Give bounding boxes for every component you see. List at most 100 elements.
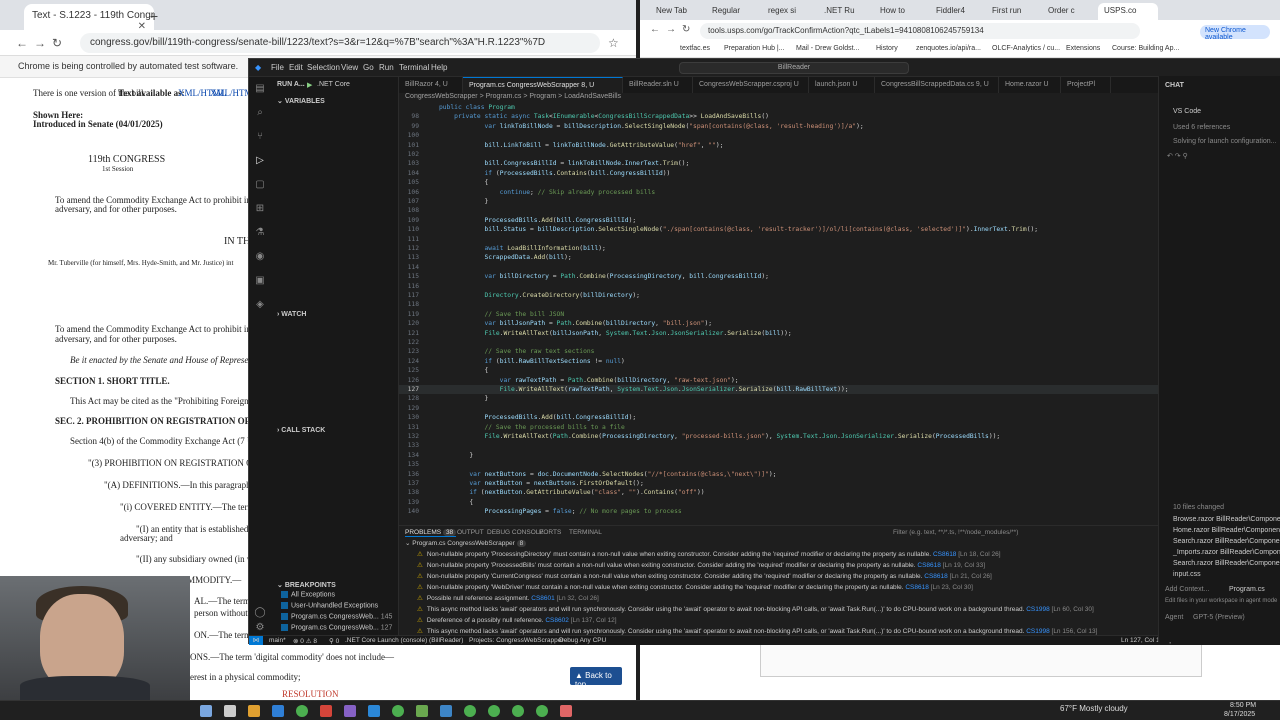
code-line[interactable]: 99 var linkToBillNode = billDescription.… bbox=[399, 122, 1239, 131]
problem-item[interactable]: ⚠ Non-nullable property 'CurrentCongress'… bbox=[417, 572, 1237, 582]
debug-any-cpu[interactable]: Debug Any CPU bbox=[559, 637, 606, 644]
editor-tab[interactable]: ProjectPl bbox=[1061, 77, 1111, 93]
line-number[interactable]: 120 bbox=[399, 319, 419, 328]
changed-file-item[interactable]: Home.razor BillReader\Components bbox=[1173, 527, 1280, 534]
editor-tab[interactable]: CongressWebScrapper.csproj U bbox=[693, 77, 809, 93]
line-number[interactable]: 103 bbox=[399, 159, 419, 168]
code-line[interactable]: 102 bbox=[399, 150, 1239, 159]
app-icon-green[interactable] bbox=[416, 705, 428, 717]
copilot-icon[interactable]: ◉ bbox=[254, 251, 266, 263]
breakpoints-header[interactable]: ⌄ BREAKPOINTS bbox=[277, 581, 336, 589]
clock-time[interactable]: 8:50 PM bbox=[1230, 702, 1256, 709]
right-tab-8-active[interactable]: USPS.co bbox=[1098, 3, 1158, 20]
panel-tab-terminal[interactable]: TERMINAL bbox=[569, 529, 602, 536]
source-control-icon[interactable]: ⑂ bbox=[254, 131, 266, 143]
app-icon-pink[interactable] bbox=[560, 705, 572, 717]
right-tab-4[interactable]: How to bbox=[874, 3, 930, 20]
back-icon[interactable]: ← bbox=[650, 24, 660, 35]
line-number[interactable]: 130 bbox=[399, 413, 419, 422]
visual-studio-icon[interactable] bbox=[344, 705, 356, 717]
changed-file-item[interactable]: Browse.razor BillReader\Components bbox=[1173, 516, 1280, 523]
search-icon[interactable]: ⌕ bbox=[254, 107, 266, 119]
extensions-icon[interactable]: ⊞ bbox=[254, 203, 266, 215]
changed-file-item[interactable]: Search.razor BillReader\Components bbox=[1173, 560, 1280, 567]
code-line[interactable]: 113 ScrappedData.Add(bill); bbox=[399, 253, 1239, 262]
line-number[interactable]: 127 bbox=[399, 385, 419, 394]
line-number[interactable]: 107 bbox=[399, 197, 419, 206]
line-number[interactable]: 99 bbox=[399, 122, 419, 131]
panel-tab-problems[interactable]: PROBLEMS 38 bbox=[405, 529, 457, 537]
chrome-icon-3[interactable] bbox=[464, 705, 476, 717]
context-file-chip[interactable]: Program.cs bbox=[1229, 586, 1265, 593]
edge-icon[interactable] bbox=[272, 705, 284, 717]
code-line[interactable]: 130 ProcessedBills.Add(bill.CongressBill… bbox=[399, 413, 1239, 422]
problem-item[interactable]: ⚠ Possible null reference assignment. CS8… bbox=[417, 594, 1237, 604]
code-line[interactable]: 126 var rawTextPath = Path.Combine(billD… bbox=[399, 376, 1239, 385]
editor-tab[interactable]: BillReader.sln U bbox=[623, 77, 693, 93]
editor-tab[interactable]: launch.json U bbox=[809, 77, 875, 93]
start-debug-button[interactable]: ▶ bbox=[307, 81, 312, 89]
line-number[interactable]: 140 bbox=[399, 507, 419, 516]
panel-tab-debug-console[interactable]: DEBUG CONSOLE bbox=[487, 529, 544, 536]
run-debug-icon[interactable]: ▷ bbox=[254, 155, 266, 167]
editor-tab[interactable]: CongressBillScrappedData.cs 9, U bbox=[875, 77, 999, 93]
chrome-icon-6[interactable] bbox=[536, 705, 548, 717]
reload-icon[interactable]: ↻ bbox=[682, 24, 690, 35]
code-line[interactable]: 111 bbox=[399, 235, 1239, 244]
bookmark-7[interactable]: Course: Building Ap... bbox=[1112, 45, 1179, 52]
code-line[interactable]: 109 ProcessedBills.Add(bill.CongressBill… bbox=[399, 216, 1239, 225]
menu-edit[interactable]: Edit bbox=[289, 63, 303, 72]
model-select[interactable]: GPT-5 (Preview) bbox=[1193, 614, 1245, 621]
files-changed-label[interactable]: 10 files changed bbox=[1173, 504, 1224, 511]
problem-item[interactable]: ⚠ Non-nullable property 'WebDriver' must … bbox=[417, 583, 1237, 593]
forward-icon[interactable]: → bbox=[34, 36, 46, 50]
code-line[interactable]: 125 { bbox=[399, 366, 1239, 375]
code-line[interactable]: 103 bill.CongressBillId = linkToBillNode… bbox=[399, 159, 1239, 168]
right-tab-2[interactable]: regex si bbox=[762, 3, 818, 20]
command-center-search[interactable]: BillReader bbox=[679, 62, 909, 74]
reload-icon[interactable]: ↻ bbox=[52, 36, 62, 50]
problem-code[interactable]: CS8618 bbox=[933, 551, 957, 558]
file-explorer-icon[interactable] bbox=[248, 705, 260, 717]
git-graph-icon[interactable]: ◈ bbox=[254, 299, 266, 311]
code-line[interactable]: 127 File.WriteAllText(rawTextPath, Syste… bbox=[399, 385, 1239, 395]
problem-code[interactable]: CS8601 bbox=[531, 595, 555, 602]
problem-code[interactable]: CS8618 bbox=[905, 584, 929, 591]
cursor-position[interactable]: Ln 127, Col 18 bbox=[1121, 637, 1163, 644]
menu-view[interactable]: View bbox=[341, 63, 358, 72]
code-line[interactable]: 116 bbox=[399, 282, 1239, 291]
line-number[interactable]: 123 bbox=[399, 347, 419, 356]
account-icon[interactable]: ◯ bbox=[254, 607, 266, 619]
bookmark-1[interactable]: Preparation Hub |... bbox=[724, 45, 785, 52]
code-line[interactable]: 121 File.WriteAllText(billJsonPath, Syst… bbox=[399, 329, 1239, 338]
line-number[interactable]: 101 bbox=[399, 141, 419, 150]
testing-icon[interactable]: ⚗ bbox=[254, 227, 266, 239]
code-line[interactable]: 98 private static async Task<IEnumerable… bbox=[399, 112, 1239, 121]
line-number[interactable]: 115 bbox=[399, 272, 419, 281]
weather-widget[interactable]: 67°F Mostly cloudy bbox=[1060, 704, 1128, 713]
code-line[interactable]: 100 bbox=[399, 131, 1239, 140]
line-number[interactable]: 116 bbox=[399, 282, 419, 291]
bookmark-6[interactable]: Extensions bbox=[1066, 45, 1100, 52]
panel-tab-ports[interactable]: PORTS bbox=[539, 529, 561, 536]
code-line[interactable]: 101 bill.LinkToBill = linkToBillNode.Get… bbox=[399, 141, 1239, 150]
line-number[interactable]: 105 bbox=[399, 178, 419, 187]
breakpoint-item[interactable]: Program.cs CongressWeb... 127 bbox=[281, 624, 392, 631]
chrome-icon-2[interactable] bbox=[392, 705, 404, 717]
settings-gear-icon[interactable]: ⚙ bbox=[254, 622, 266, 634]
line-number[interactable]: 121 bbox=[399, 329, 419, 338]
problem-item[interactable]: ⚠ This async method lacks 'await' operato… bbox=[417, 605, 1237, 615]
code-line[interactable]: 129 bbox=[399, 404, 1239, 413]
line-number[interactable]: 111 bbox=[399, 235, 419, 244]
right-tab-6[interactable]: First run bbox=[986, 3, 1042, 20]
menu-go[interactable]: Go bbox=[363, 63, 374, 72]
code-line[interactable]: 112 await LoadBillInformation(bill); bbox=[399, 244, 1239, 253]
line-number[interactable]: 104 bbox=[399, 169, 419, 178]
line-number[interactable]: 132 bbox=[399, 432, 419, 441]
launch-config[interactable]: .NET Core Launch (console) (BillReader) bbox=[345, 637, 463, 644]
task-view-icon[interactable] bbox=[224, 705, 236, 717]
code-line[interactable]: 105 { bbox=[399, 178, 1239, 187]
app-icon-red[interactable] bbox=[320, 705, 332, 717]
url-input[interactable]: congress.gov/bill/119th-congress/senate-… bbox=[80, 33, 600, 53]
line-number[interactable]: 119 bbox=[399, 310, 419, 319]
